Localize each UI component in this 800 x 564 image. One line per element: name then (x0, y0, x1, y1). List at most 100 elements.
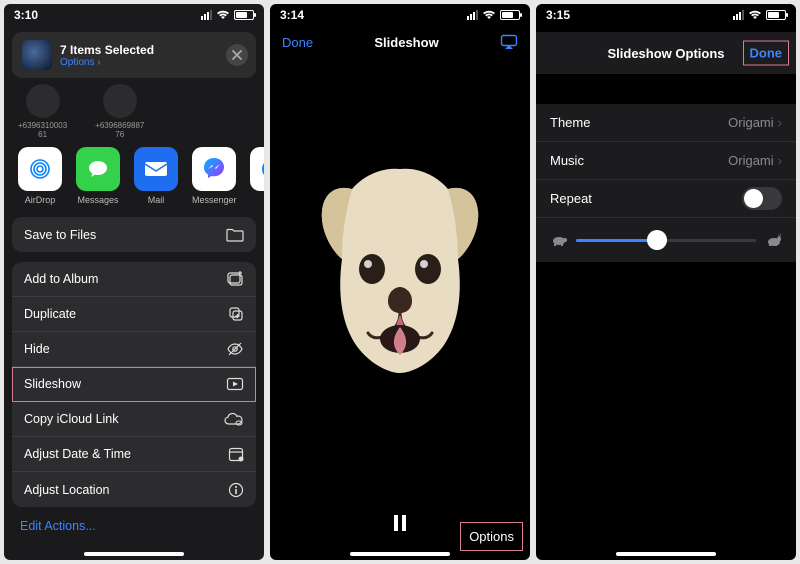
action-label: Copy iCloud Link (24, 412, 119, 426)
row-label: Repeat (550, 191, 592, 206)
signal-icon (733, 10, 744, 20)
row-repeat: Repeat (536, 180, 796, 218)
wifi-icon (216, 10, 230, 20)
contact-item[interactable]: +6396310003 61 (18, 84, 67, 139)
app-messenger[interactable]: Messenger (192, 147, 236, 205)
wifi-icon (482, 10, 496, 20)
eye-slash-icon (226, 342, 244, 356)
turtle-icon (550, 234, 568, 246)
action-slideshow[interactable]: Slideshow (12, 367, 256, 402)
contact-sub: 61 (18, 130, 67, 139)
phone-slideshow: 3:14 Done Slideshow (270, 4, 530, 560)
repeat-toggle[interactable] (742, 187, 782, 210)
app-label: Mail (134, 195, 178, 205)
row-theme[interactable]: Theme Origami › (536, 104, 796, 142)
app-extra[interactable]: D (250, 147, 264, 205)
action-save-to-files[interactable]: Save to Files (12, 217, 256, 252)
action-label: Save to Files (24, 228, 96, 242)
app-label: D (250, 195, 264, 205)
mail-icon (134, 147, 178, 191)
status-indicators (201, 10, 254, 20)
selection-thumbnail (22, 40, 52, 70)
duplicate-icon (228, 306, 244, 322)
status-time: 3:10 (14, 8, 38, 22)
folder-icon (226, 228, 244, 242)
done-button[interactable]: Done (282, 35, 313, 50)
selection-options-link[interactable]: Options › (60, 57, 154, 68)
battery-icon (766, 10, 786, 20)
signal-icon (467, 10, 478, 20)
action-adjust-location[interactable]: Adjust Location (12, 472, 256, 507)
app-label: Messages (76, 195, 120, 205)
contacts-row: +6396310003 61 +6396869887 76 (4, 78, 264, 141)
status-time: 3:14 (280, 8, 304, 22)
edit-actions-link[interactable]: Edit Actions... (4, 511, 264, 541)
action-label: Adjust Location (24, 483, 109, 497)
action-duplicate[interactable]: Duplicate (12, 297, 256, 332)
messages-icon (76, 147, 120, 191)
options-button[interactable]: Options (461, 523, 522, 550)
done-button[interactable]: Done (744, 42, 789, 65)
phone-slideshow-options: 3:15 Slideshow Options Done Theme Origam… (536, 4, 796, 560)
apps-row[interactable]: AirDrop Messages Mail Messenger D (4, 141, 264, 213)
contact-number: +6396869887 (95, 121, 144, 130)
action-group-files: Save to Files (12, 217, 256, 252)
contact-item[interactable]: +6396869887 76 (95, 84, 144, 139)
speed-slider[interactable] (576, 239, 756, 242)
contact-number: +6396310003 (18, 121, 67, 130)
chevron-right-icon: › (778, 115, 782, 130)
action-label: Slideshow (24, 377, 81, 391)
row-value: Origami (728, 153, 774, 168)
action-hide[interactable]: Hide (12, 332, 256, 367)
slideshow-image-area[interactable] (270, 104, 530, 434)
home-indicator[interactable] (350, 552, 450, 556)
slideshow-header: Done Slideshow (270, 26, 530, 58)
action-label: Add to Album (24, 272, 98, 286)
chevron-right-icon: › (778, 153, 782, 168)
icloud-link-icon (224, 412, 244, 426)
airplay-icon[interactable] (500, 34, 518, 50)
app-label: Messenger (192, 195, 236, 205)
home-indicator[interactable] (616, 552, 716, 556)
slideshow-title: Slideshow (374, 35, 438, 50)
rabbit-icon (764, 233, 782, 247)
status-bar: 3:14 (270, 4, 530, 26)
row-label: Music (550, 153, 584, 168)
action-adjust-date-time[interactable]: Adjust Date & Time (12, 437, 256, 472)
row-label: Theme (550, 115, 590, 130)
options-title: Slideshow Options (607, 46, 724, 61)
options-list: Theme Origami › Music Origami › Repeat (536, 104, 796, 262)
home-indicator[interactable] (84, 552, 184, 556)
avatar (103, 84, 137, 118)
row-music[interactable]: Music Origami › (536, 142, 796, 180)
status-bar: 3:10 (4, 4, 264, 26)
phone-share-sheet: 3:10 7 Items Selected Options › +6396310… (4, 4, 264, 560)
action-label: Adjust Date & Time (24, 447, 131, 461)
selection-title: 7 Items Selected (60, 43, 154, 57)
slideshow-image-dog (310, 159, 490, 379)
app-mail[interactable]: Mail (134, 147, 178, 205)
extra-app-icon (250, 147, 264, 191)
app-messages[interactable]: Messages (76, 147, 120, 205)
status-indicators (467, 10, 520, 20)
close-button[interactable] (226, 44, 248, 66)
app-label: AirDrop (18, 195, 62, 205)
action-label: Duplicate (24, 307, 76, 321)
action-label: Hide (24, 342, 50, 356)
airdrop-icon (18, 147, 62, 191)
album-add-icon (226, 271, 244, 287)
battery-icon (500, 10, 520, 20)
action-add-to-album[interactable]: Add to Album (12, 262, 256, 297)
signal-icon (201, 10, 212, 20)
action-copy-icloud-link[interactable]: Copy iCloud Link (12, 402, 256, 437)
messenger-icon (192, 147, 236, 191)
avatar (26, 84, 60, 118)
selection-card: 7 Items Selected Options › (12, 32, 256, 78)
status-bar: 3:15 (536, 4, 796, 26)
pause-button[interactable] (393, 515, 407, 531)
contact-sub: 76 (95, 130, 144, 139)
action-group-main: Add to Album Duplicate Hide Slideshow Co… (12, 262, 256, 507)
row-value: Origami (728, 115, 774, 130)
calendar-icon (228, 446, 244, 462)
app-airdrop[interactable]: AirDrop (18, 147, 62, 205)
